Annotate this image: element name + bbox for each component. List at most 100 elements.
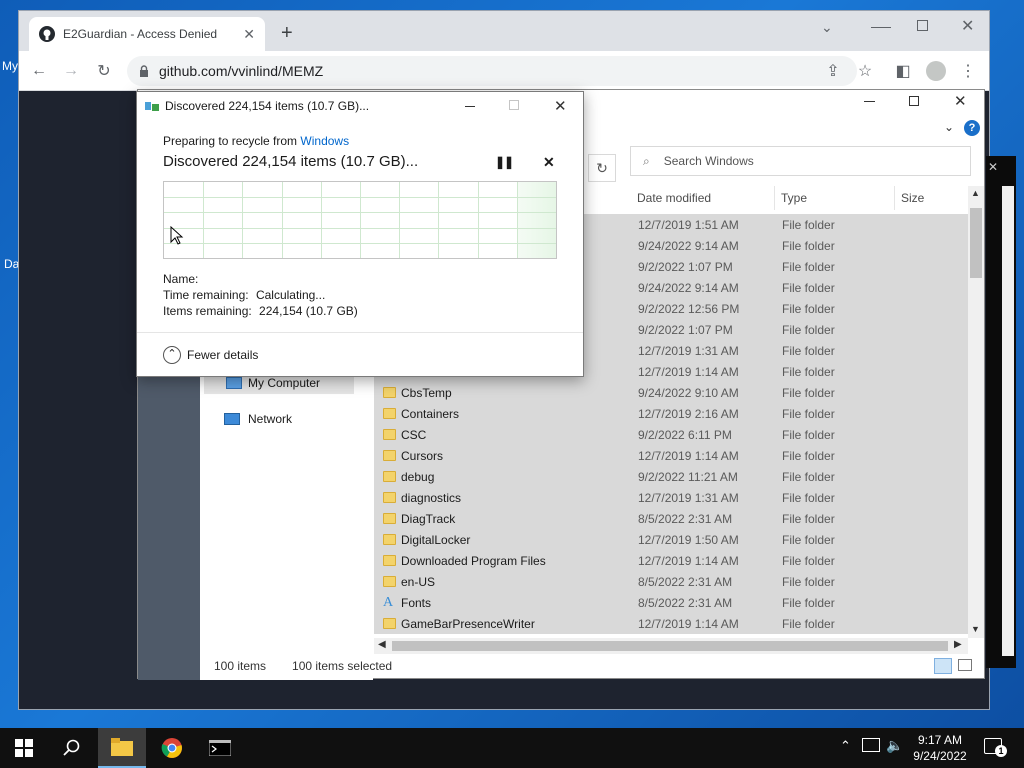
items-value: 224,154 (10.7 GB) [259, 304, 358, 318]
clock-time: 9:17 AM [917, 733, 963, 747]
time-value: Calculating... [255, 288, 326, 302]
name-label: Name: [163, 272, 199, 286]
file-name-cell: CSC [378, 428, 426, 442]
show-hidden-icons-icon[interactable]: ⌃ [840, 738, 851, 754]
profile-avatar-icon[interactable] [924, 59, 948, 83]
taskbar-chrome[interactable] [148, 728, 196, 768]
close-window-icon[interactable]: ✕ [954, 92, 967, 110]
scroll-thumb[interactable] [970, 208, 982, 278]
scroll-thumb[interactable] [392, 641, 948, 651]
forward-icon[interactable]: → [59, 59, 83, 83]
folder-icon [383, 471, 396, 482]
file-row[interactable]: en-US 8/5/2022 2:31 AM File folder [374, 571, 968, 592]
ribbon-expand-icon[interactable]: ⌄ [944, 120, 954, 134]
bookmark-star-icon[interactable]: ☆ [853, 59, 877, 83]
windows-logo-icon [15, 739, 33, 757]
new-tab-button[interactable]: + [281, 23, 293, 43]
refresh-icon[interactable]: ↻ [588, 154, 616, 182]
desktop-icon-label[interactable]: My [2, 59, 18, 73]
scroll-left-icon[interactable]: ◀ [378, 639, 386, 650]
tab-close-icon[interactable]: ✕ [243, 26, 255, 43]
search-icon [63, 739, 80, 756]
file-name-cell: Cursors [378, 449, 443, 463]
cancel-operation-icon[interactable]: ✕ [543, 154, 555, 171]
file-type: File folder [782, 406, 835, 421]
vertical-scrollbar[interactable]: ▲ ▼ [968, 186, 984, 638]
tab-title: E2Guardian - Access Denied [63, 27, 218, 41]
file-name: DigitalLocker [401, 532, 471, 547]
tab-search-icon[interactable]: ⌄ [821, 19, 833, 36]
file-name: CbsTemp [401, 385, 452, 400]
file-date: 9/24/2022 9:14 AM [638, 280, 739, 295]
search-button[interactable] [48, 728, 96, 768]
close-window-icon[interactable]: ✕ [961, 16, 974, 36]
dialog-title: Discovered 224,154 items (10.7 GB)... [165, 99, 370, 113]
scroll-right-icon[interactable]: ▶ [954, 639, 962, 650]
column-header-type[interactable]: Type [775, 186, 895, 210]
file-row[interactable]: Cursors 12/7/2019 1:14 AM File folder [374, 445, 968, 466]
minimize-icon[interactable] [465, 106, 475, 107]
file-row[interactable]: Downloaded Program Files 12/7/2019 1:14 A… [374, 550, 968, 571]
taskbar-file-explorer[interactable] [98, 728, 146, 768]
file-row[interactable]: GameBarPresenceWriter 12/7/2019 1:14 AM Fi… [374, 613, 968, 634]
file-name-cell: Downloaded Program Files [378, 554, 546, 568]
network-status-icon[interactable] [862, 738, 880, 752]
file-type: File folder [782, 553, 835, 568]
file-row[interactable]: Containers 12/7/2019 2:16 AM File folder [374, 403, 968, 424]
mouse-cursor-icon [170, 226, 184, 245]
file-name-cell: CbsTemp [378, 386, 452, 400]
share-icon[interactable]: ⇪ [821, 59, 845, 83]
progress-graph [163, 181, 557, 259]
nav-item-network[interactable]: Network [204, 408, 354, 430]
maximize-icon[interactable] [917, 20, 928, 31]
taskbar: ⌃ 🔈 9:17 AM 9/24/2022 1 [0, 728, 1024, 768]
help-icon[interactable]: ? [964, 120, 980, 136]
details-view-icon[interactable] [934, 658, 952, 674]
horizontal-scrollbar[interactable]: ◀ ▶ [374, 638, 968, 654]
file-type: File folder [782, 574, 835, 589]
file-row[interactable]: CbsTemp 9/24/2022 9:10 AM File folder [374, 382, 968, 403]
clock[interactable]: 9:17 AM 9/24/2022 [908, 732, 972, 764]
column-header-size[interactable]: Size [895, 186, 971, 210]
file-row[interactable]: A Fonts 8/5/2022 2:31 AM File folder [374, 592, 968, 613]
minimize-icon[interactable] [864, 101, 875, 102]
file-type: File folder [782, 511, 835, 526]
column-header-date[interactable]: Date modified [631, 186, 775, 210]
address-bar[interactable]: github.com/vvinlind/MEMZ [127, 56, 857, 86]
file-date: 12/7/2019 1:14 AM [638, 364, 739, 379]
lock-icon [140, 65, 148, 77]
source-folder-link[interactable]: Windows [300, 134, 349, 148]
search-input[interactable]: ⌕ Search Windows [630, 146, 971, 176]
large-icons-view-icon[interactable] [958, 659, 972, 671]
close-dialog-icon[interactable]: ✕ [554, 97, 567, 115]
fewer-details-button[interactable]: ⌃ Fewer details [163, 346, 258, 364]
file-row[interactable]: diagnostics 12/7/2019 1:31 AM File folder [374, 487, 968, 508]
volume-icon[interactable]: 🔈 [886, 737, 903, 754]
menu-kebab-icon[interactable]: ⋮ [956, 59, 980, 83]
taskbar-terminal[interactable] [196, 728, 244, 768]
file-row[interactable]: CSC 9/2/2022 6:11 PM File folder [374, 424, 968, 445]
file-row[interactable]: DiagTrack 8/5/2022 2:31 AM File folder [374, 508, 968, 529]
file-row[interactable]: DigitalLocker 12/7/2019 1:50 AM File folde… [374, 529, 968, 550]
file-name: GameBarPresenceWriter [401, 616, 535, 631]
background-scrollbar [1002, 186, 1014, 656]
minimize-icon[interactable] [871, 27, 891, 28]
status-item-count: 100 items [214, 659, 267, 673]
start-button[interactable] [0, 728, 48, 768]
notifications-icon[interactable]: 1 [984, 738, 1007, 757]
reload-icon[interactable]: ↻ [92, 59, 116, 83]
maximize-icon[interactable] [909, 96, 919, 106]
nav-label: Network [248, 412, 293, 426]
scroll-down-icon[interactable]: ▼ [971, 624, 980, 634]
file-type: File folder [782, 259, 835, 274]
browser-tab[interactable]: E2Guardian - Access Denied ✕ [29, 17, 265, 51]
file-date: 9/24/2022 9:10 AM [638, 385, 739, 400]
side-panel-icon[interactable]: ◧ [891, 59, 915, 83]
preparing-line: Preparing to recycle from Windows [163, 134, 349, 148]
back-icon[interactable]: ← [27, 59, 51, 83]
file-name: Downloaded Program Files [401, 553, 546, 568]
file-row[interactable]: debug 9/2/2022 11:21 AM File folder [374, 466, 968, 487]
file-name: Cursors [401, 448, 444, 463]
scroll-up-icon[interactable]: ▲ [971, 188, 980, 198]
pause-icon[interactable]: ❚❚ [495, 155, 514, 169]
